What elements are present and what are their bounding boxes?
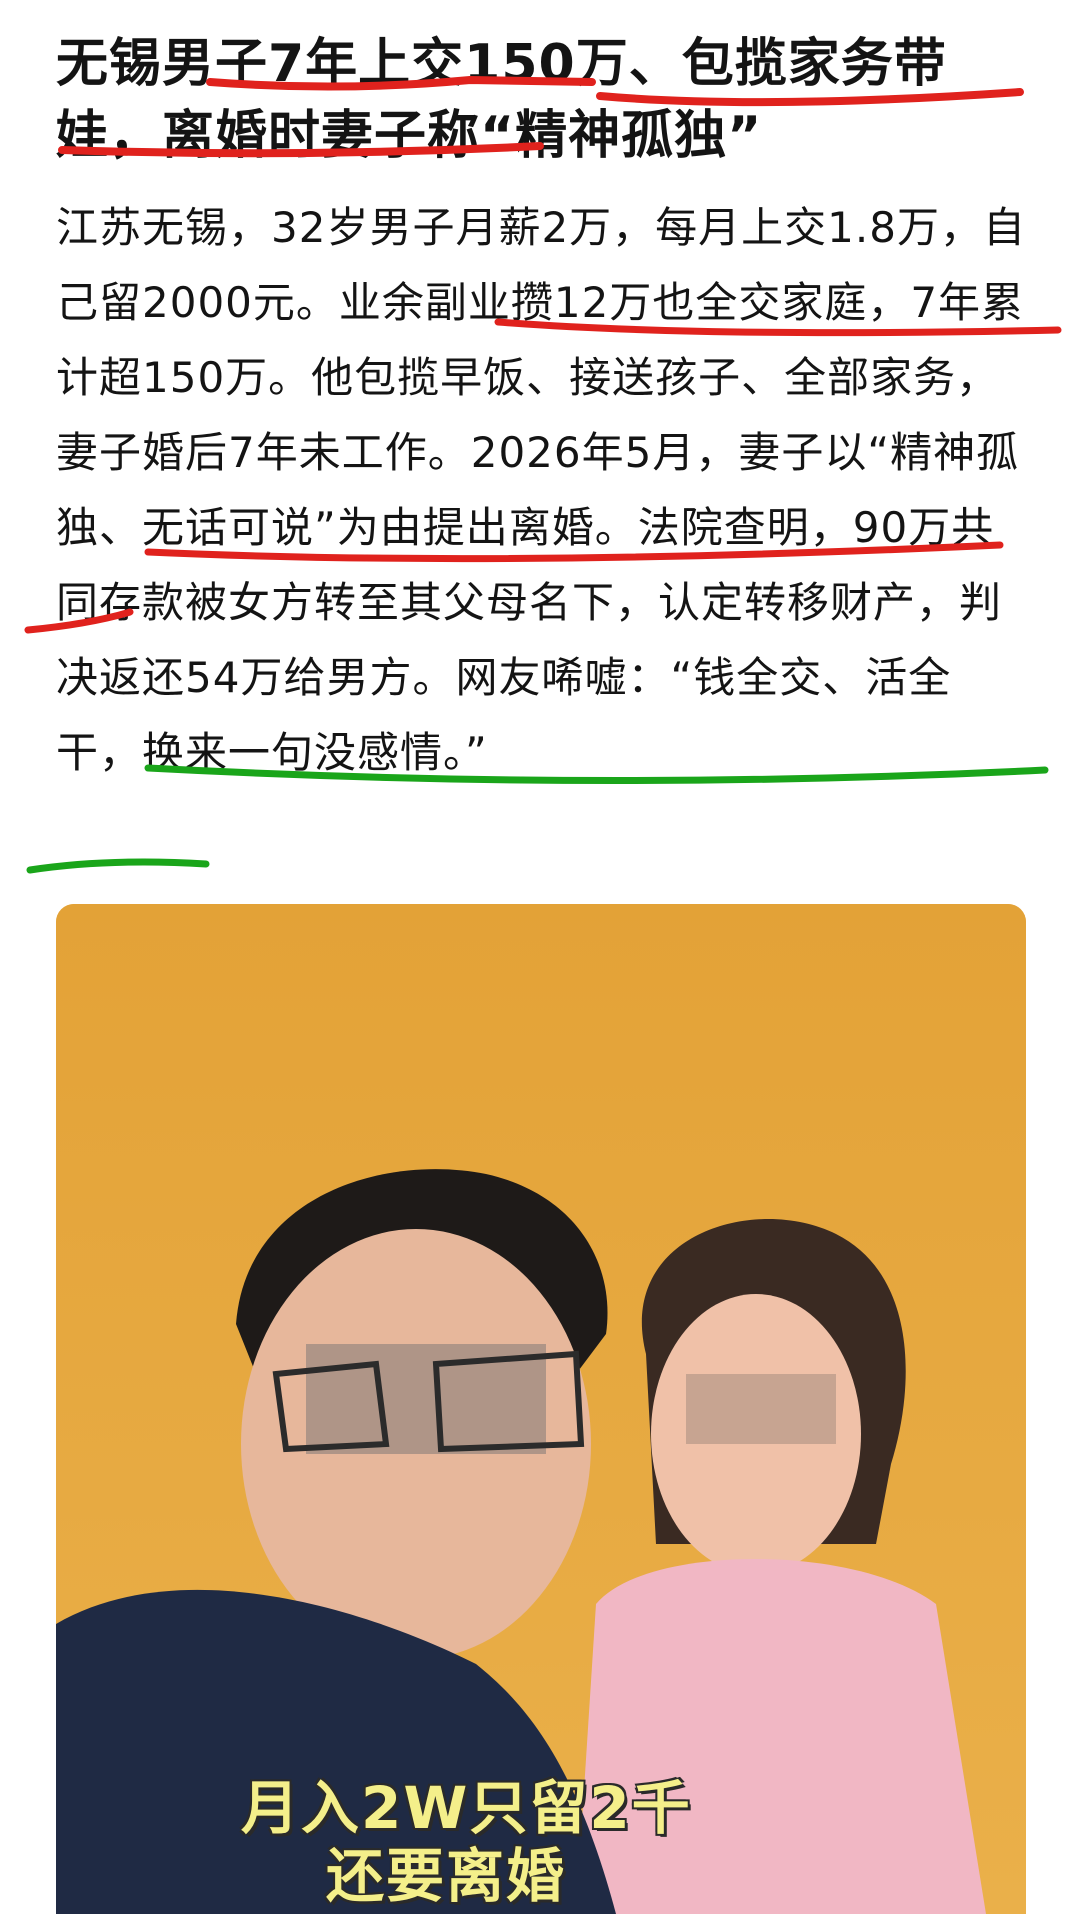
photo-caption-line2: 还要离婚 [326,1842,567,1910]
news-photo: 月入2W只留2千 还要离婚 [56,904,1026,1914]
article-body: 江苏无锡，32岁男子月薪2万，每月上交1.8万，自己留2000元。业余副业攒12… [56,203,1026,777]
photo-caption-line1: 月入2W只留2千 [241,1774,692,1842]
article-title: 无锡男子7年上交150万、包揽家务带娃，离婚时妻子称“精神孤独” [56,34,947,166]
green-underline-body-2 [26,858,210,874]
couple-selfie-illustration [56,904,1026,1914]
